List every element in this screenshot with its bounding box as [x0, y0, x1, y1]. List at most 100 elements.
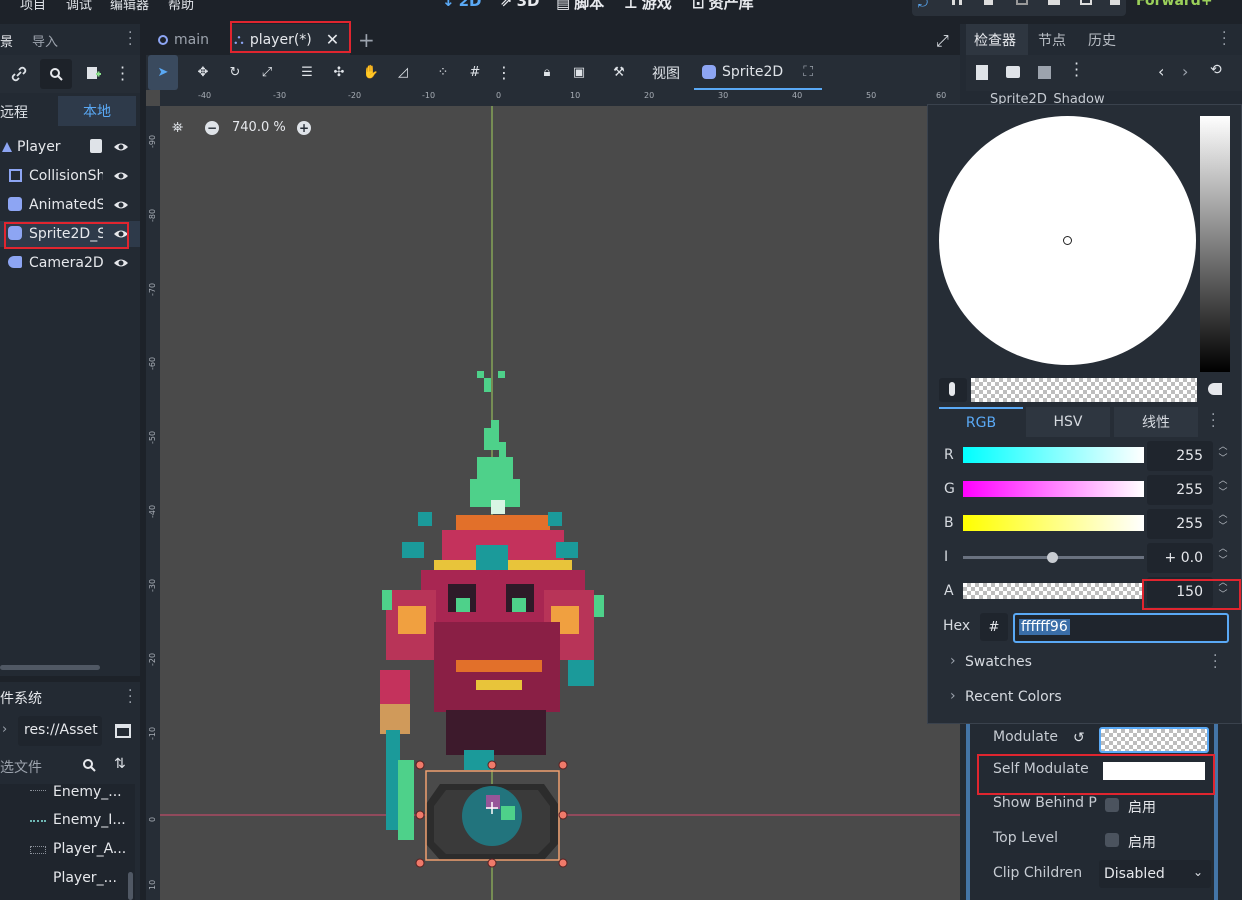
tab-remote[interactable]: 远程: [0, 102, 28, 122]
show-behind-checkbox[interactable]: [1105, 798, 1119, 812]
list-item[interactable]: Player_A...: [53, 841, 126, 857]
i-spinner[interactable]: ︿ ﹀: [1216, 543, 1230, 573]
modulate-color-button[interactable]: [1099, 727, 1209, 753]
r-value[interactable]: 255: [1147, 441, 1213, 471]
mode-3d[interactable]: ⇗ 3D: [500, 0, 539, 10]
remote-debug-icon[interactable]: ⤾: [918, 0, 928, 11]
revert-icon[interactable]: ↺: [1073, 730, 1085, 746]
select-tool-icon[interactable]: ➤: [148, 55, 178, 90]
grid-snap-icon[interactable]: #: [460, 55, 490, 90]
tree-item-collisionshape[interactable]: CollisionSh: [0, 163, 140, 189]
path-field[interactable]: res://Asset: [18, 716, 102, 746]
tab-hsv[interactable]: HSV: [1026, 407, 1110, 437]
horizontal-scrollbar[interactable]: [0, 665, 100, 670]
swatches-section[interactable]: Swatches: [965, 654, 1032, 670]
g-spinner[interactable]: ︿ ﹀: [1216, 475, 1230, 505]
add-script-icon[interactable]: [84, 64, 102, 82]
renderer-select[interactable]: Forward+: [1136, 0, 1213, 9]
lock-icon[interactable]: 🔒︎: [532, 55, 562, 90]
group-icon[interactable]: ▣: [564, 55, 594, 90]
center-view-icon[interactable]: ⛯: [172, 120, 183, 136]
tab-player[interactable]: ⛬ player(*) ✕: [230, 24, 350, 55]
menu-editor[interactable]: 编辑器: [110, 0, 149, 13]
history-back-icon[interactable]: ‹: [1158, 62, 1164, 81]
add-tab-icon[interactable]: +: [358, 28, 375, 52]
tree-item-animatedsprite[interactable]: AnimatedS: [0, 192, 140, 218]
visibility-eye-icon[interactable]: [113, 197, 129, 213]
history-forward-icon[interactable]: ›: [1182, 62, 1188, 81]
self-modulate-color-button[interactable]: [1103, 762, 1205, 780]
more-icon[interactable]: · · ·: [120, 60, 125, 88]
tab-node[interactable]: 节点: [1038, 24, 1066, 55]
a-slider[interactable]: [963, 583, 1144, 599]
snap-options-icon[interactable]: ⋮: [492, 55, 516, 90]
distraction-free-icon[interactable]: ⤢: [936, 31, 949, 51]
vertical-scrollbar[interactable]: [128, 872, 133, 900]
top-level-checkbox[interactable]: [1105, 833, 1119, 847]
search-icon[interactable]: [40, 59, 72, 89]
hex-hash-toggle[interactable]: #: [980, 613, 1008, 641]
split-view-icon[interactable]: [115, 724, 131, 738]
ruler-tool-icon[interactable]: ◿: [388, 55, 418, 90]
b-value[interactable]: 255: [1147, 509, 1213, 539]
clip-children-select[interactable]: Disabled ⌄: [1099, 860, 1211, 888]
b-slider[interactable]: [963, 515, 1144, 531]
scale-tool-icon[interactable]: ⤢: [252, 55, 282, 90]
pan-tool-icon[interactable]: ✋: [356, 55, 386, 90]
new-resource-icon[interactable]: [976, 65, 988, 80]
tab-scene[interactable]: 景: [0, 31, 13, 50]
play-custom-icon[interactable]: [1080, 0, 1092, 5]
expand-icon[interactable]: ⛶: [803, 64, 813, 80]
hex-field[interactable]: ffffff96: [1013, 613, 1229, 643]
g-value[interactable]: 255: [1147, 475, 1213, 505]
swatches-menu-icon[interactable]: · · ·: [1213, 649, 1217, 675]
menu-debug[interactable]: 调试: [66, 0, 92, 13]
visibility-eye-icon[interactable]: [113, 168, 129, 184]
list-item[interactable]: Enemy_...: [53, 784, 122, 800]
zoom-level[interactable]: 740.0 %: [232, 120, 286, 135]
picker-menu-icon[interactable]: · · ·: [1211, 408, 1215, 434]
object-history-icon[interactable]: ⟲: [1210, 62, 1222, 78]
a-value[interactable]: 150: [1147, 577, 1213, 607]
close-icon[interactable]: ✕: [326, 30, 339, 49]
dock-menu-icon[interactable]: · · ·: [128, 684, 132, 710]
tab-inspector[interactable]: 检查器: [966, 24, 1028, 55]
i-slider-knob[interactable]: [1047, 552, 1058, 563]
chevron-right-icon[interactable]: ›: [950, 688, 956, 704]
play-scene-icon[interactable]: [1048, 0, 1060, 5]
filter-input[interactable]: 选文件: [0, 757, 42, 777]
menu-help[interactable]: 帮助: [168, 0, 194, 13]
tab-linear[interactable]: 线性: [1114, 407, 1198, 437]
list-select-icon[interactable]: ☰: [292, 55, 322, 90]
rotate-tool-icon[interactable]: ↻: [220, 55, 250, 90]
visibility-eye-icon[interactable]: [113, 139, 129, 155]
movie-icon[interactable]: [1110, 0, 1120, 5]
stop-icon[interactable]: [984, 0, 993, 5]
mode-2d[interactable]: ↕ 2D: [442, 0, 481, 10]
list-item[interactable]: Enemy_I...: [53, 812, 126, 828]
i-value[interactable]: + 0.0: [1147, 543, 1213, 573]
wheel-cursor[interactable]: [1063, 236, 1072, 245]
tab-rgb[interactable]: RGB: [939, 407, 1023, 437]
mode-script[interactable]: ▤ 脚本: [556, 0, 604, 13]
chevron-right-icon[interactable]: ›: [2, 722, 7, 737]
b-spinner[interactable]: ︿ ﹀: [1216, 509, 1230, 539]
mode-assetlib[interactable]: ⊡ 资产库: [692, 0, 754, 13]
sample-icon[interactable]: [1208, 383, 1222, 395]
zoom-in-icon[interactable]: +: [297, 121, 311, 135]
save-icon[interactable]: [1038, 66, 1051, 79]
chevron-right-icon[interactable]: ›: [950, 653, 956, 669]
tab-local[interactable]: 本地: [58, 96, 136, 126]
r-slider[interactable]: [963, 447, 1144, 463]
dock-menu-icon[interactable]: · · ·: [1222, 26, 1226, 52]
g-slider[interactable]: [963, 481, 1144, 497]
open-folder-icon[interactable]: [1006, 66, 1020, 78]
skeleton-icon[interactable]: ⚒: [604, 55, 634, 90]
move-tool-icon[interactable]: ✥: [188, 55, 218, 90]
eyedropper-button[interactable]: [939, 378, 967, 402]
more-icon[interactable]: · · ·: [1074, 56, 1079, 84]
canvas-viewport[interactable]: [146, 90, 960, 900]
tab-import[interactable]: 导入: [32, 31, 58, 50]
r-spinner[interactable]: ︿ ﹀: [1216, 441, 1230, 471]
smart-snap-icon[interactable]: ⁘: [428, 55, 458, 90]
